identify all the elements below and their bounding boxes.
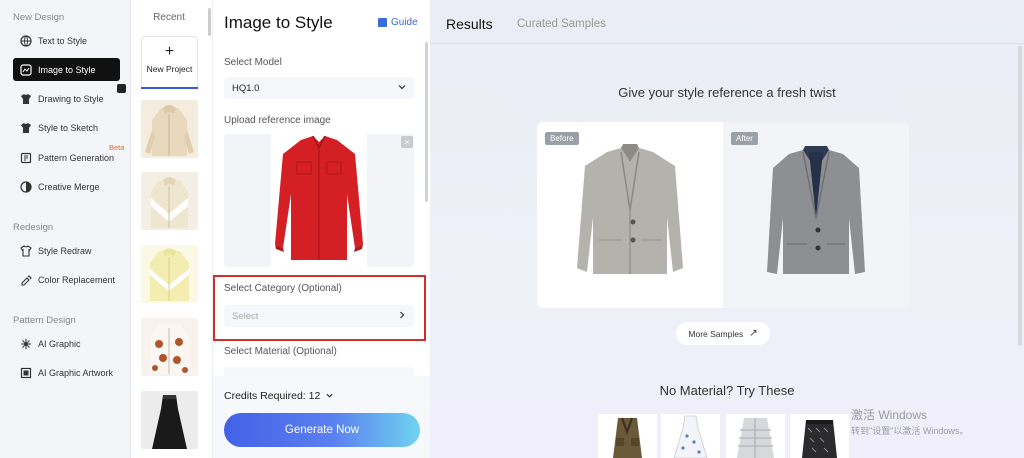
- sample-thumbnail[interactable]: [790, 414, 849, 458]
- globe-icon: [20, 34, 32, 47]
- recent-thumbnail[interactable]: [141, 245, 198, 303]
- generate-button[interactable]: Generate Now: [224, 413, 420, 447]
- nav-section-new-design: New Design: [13, 12, 65, 23]
- nav-item-label: Creative Merge: [38, 181, 100, 192]
- after-image: After: [723, 122, 909, 308]
- nav-item-color-replacement[interactable]: Color Replacement: [13, 268, 120, 291]
- merge-icon: [20, 180, 32, 193]
- guide-link[interactable]: Guide: [378, 17, 418, 28]
- upload-label: Upload reference image: [224, 115, 331, 126]
- nav-item-drawing-to-style[interactable]: Drawing to Style: [13, 87, 120, 110]
- nav-item-label: AI Graphic: [38, 338, 81, 349]
- nav-item-ai-graphic[interactable]: AI Graphic: [13, 332, 120, 355]
- shirt-icon: [20, 93, 32, 105]
- nav-section-redesign: Redesign: [13, 222, 54, 233]
- recent-thumbnail[interactable]: [141, 172, 198, 230]
- material-label: Select Material (Optional): [224, 346, 337, 357]
- results-header: Results Curated Samples: [430, 0, 1024, 44]
- before-after-comparison: Before After: [537, 122, 909, 308]
- panel-scrollbar[interactable]: [425, 42, 428, 202]
- recent-thumbnail[interactable]: [141, 391, 198, 449]
- category-highlight-box: [213, 275, 426, 341]
- config-panel: Image to Style Guide Select Model HQ1.0 …: [213, 0, 430, 458]
- nav-item-label: Image to Style: [38, 64, 96, 75]
- material-select[interactable]: [224, 367, 414, 376]
- graphic-icon: [20, 338, 32, 350]
- nav-item-label: Style Redraw: [38, 245, 92, 256]
- nav-item-label: Pattern Generation: [38, 152, 115, 163]
- chevron-down-icon: [326, 390, 333, 402]
- nav-item-label: Drawing to Style: [38, 93, 104, 104]
- image-style-icon: [20, 63, 32, 76]
- watermark-line2: 转到"设置"以激活 Windows。: [851, 426, 969, 436]
- artwork-icon: [20, 367, 32, 379]
- reference-image: [271, 134, 367, 267]
- nav-item-ai-graphic-artwork[interactable]: AI Graphic Artwork: [13, 361, 120, 384]
- more-samples-label: More Samples: [688, 328, 744, 339]
- nav-item-creative-merge[interactable]: Creative Merge: [13, 175, 120, 198]
- chevron-down-icon: [398, 83, 406, 94]
- recent-title: Recent: [153, 12, 185, 23]
- guide-label: Guide: [391, 17, 418, 28]
- nav-item-label: Color Replacement: [38, 274, 116, 285]
- beta-badge: Beta: [109, 143, 125, 152]
- nav-item-label: Text to Style: [38, 35, 88, 46]
- credits-required[interactable]: Credits Required: 12: [224, 390, 333, 402]
- new-project-label: New Project: [146, 64, 193, 74]
- model-value: HQ1.0: [232, 82, 260, 94]
- page-title: Image to Style: [224, 13, 333, 32]
- arrow-up-right-icon: ↗: [749, 328, 758, 339]
- upload-area[interactable]: [224, 134, 414, 267]
- recent-scrollbar[interactable]: [208, 8, 211, 36]
- pattern-icon: [20, 152, 32, 164]
- nav-item-pattern-generation[interactable]: Pattern Generation: [13, 146, 120, 169]
- sample-thumbnail[interactable]: [726, 414, 785, 458]
- sample-thumbnail[interactable]: [661, 414, 720, 458]
- credits-label: Credits Required: 12: [224, 390, 321, 402]
- watermark-line1: 激活 Windows: [851, 408, 928, 422]
- model-select[interactable]: HQ1.0: [224, 77, 414, 99]
- nav-item-style-to-sketch[interactable]: Style to Sketch: [13, 116, 120, 139]
- recent-thumbnail[interactable]: [141, 100, 198, 158]
- new-project-button[interactable]: + New Project: [141, 36, 198, 89]
- nav-item-style-redraw[interactable]: Style Redraw: [13, 239, 120, 262]
- no-material-heading: No Material? Try These: [659, 383, 795, 398]
- tab-results[interactable]: Results: [446, 16, 493, 32]
- close-icon[interactable]: ×: [401, 136, 413, 148]
- recent-thumbnail[interactable]: [141, 318, 198, 376]
- recent-column: Recent + New Project: [131, 0, 213, 458]
- nav-item-text-to-style[interactable]: Text to Style: [13, 29, 120, 52]
- nav-section-pattern-design: Pattern Design: [13, 315, 76, 326]
- nav-item-label: Style to Sketch: [38, 122, 99, 133]
- left-nav: New Design Text to Style Image to Style …: [0, 0, 131, 458]
- redraw-icon: [20, 244, 32, 257]
- plus-icon: +: [164, 43, 175, 60]
- more-samples-button[interactable]: More Samples ↗: [676, 322, 770, 345]
- model-label: Select Model: [224, 57, 282, 68]
- sample-thumbnail[interactable]: [598, 414, 657, 458]
- results-area: Results Curated Samples Give your style …: [430, 0, 1024, 458]
- palette-icon: [20, 274, 32, 286]
- windows-activation-watermark: 激活 Windows 转到"设置"以激活 Windows。: [851, 406, 968, 437]
- before-tag: Before: [545, 132, 579, 145]
- after-tag: After: [731, 132, 758, 145]
- tab-curated-samples[interactable]: Curated Samples: [517, 18, 606, 30]
- new-project-underline: [141, 87, 198, 89]
- results-headline: Give your style reference a fresh twist: [618, 85, 836, 100]
- book-icon: [378, 18, 387, 27]
- before-image: Before: [537, 122, 723, 308]
- nav-item-label: AI Graphic Artwork: [38, 367, 114, 378]
- shirt-icon: [20, 122, 32, 134]
- nav-item-image-to-style[interactable]: Image to Style: [13, 58, 120, 81]
